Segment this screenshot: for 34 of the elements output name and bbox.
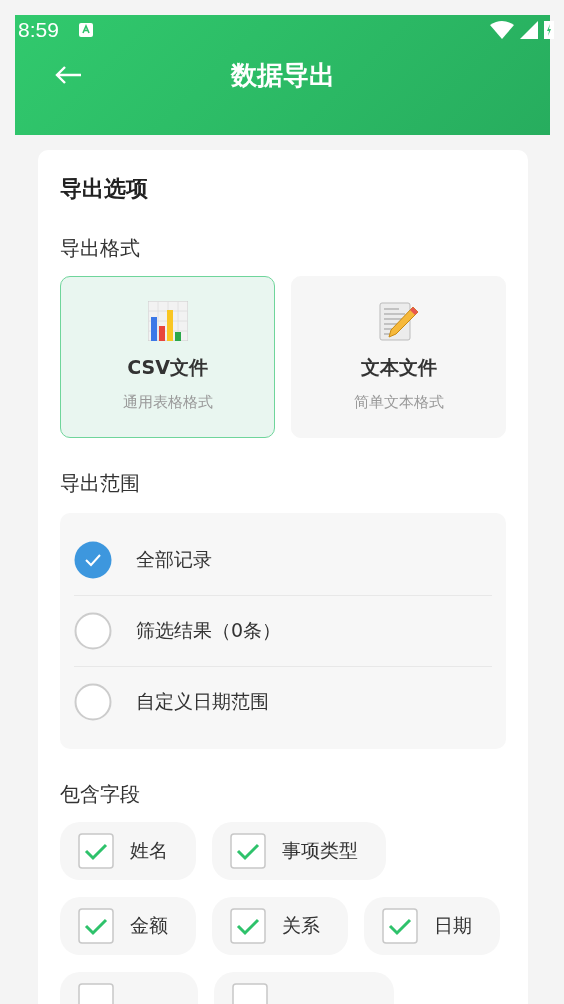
format-option[interactable]: CSV文件 通用表格格式 (60, 276, 275, 438)
checkbox[interactable] (78, 833, 114, 869)
checkbox[interactable] (230, 908, 266, 944)
wifi-icon (490, 21, 514, 39)
section-label: 导出范围 (60, 470, 141, 497)
section-label: 导出格式 (60, 235, 141, 262)
range-option[interactable]: 筛选结果（0条） (136, 618, 282, 644)
range-option[interactable]: 自定义日期范围 (136, 689, 269, 715)
bar-chart-icon (147, 301, 188, 341)
card-title: 导出选项 (60, 175, 149, 203)
format-description: 简单文本格式 (353, 393, 444, 412)
format-name: 文本文件 (360, 355, 437, 380)
signal-icon (520, 21, 538, 39)
field-chip[interactable]: 金额 (60, 897, 196, 955)
checkbox[interactable] (78, 908, 114, 944)
battery-icon (544, 21, 554, 39)
checkbox[interactable] (230, 833, 266, 869)
format-name: CSV文件 (127, 355, 208, 380)
notepad-pencil-icon (378, 301, 419, 341)
radio-checked-icon[interactable] (74, 541, 112, 579)
checkbox[interactable] (382, 908, 418, 944)
status-time: 8:59 (18, 18, 59, 42)
format-description: 通用表格格式 (122, 393, 213, 412)
radio-icon[interactable] (74, 683, 112, 721)
back-arrow-icon[interactable] (54, 65, 82, 85)
range-option[interactable]: 全部记录 (136, 547, 212, 573)
radio-icon[interactable] (74, 612, 112, 650)
field-chip[interactable]: 关系 (212, 897, 348, 955)
format-option[interactable]: 文本文件 简单文本格式 (291, 276, 506, 438)
field-chip[interactable]: 日期 (364, 897, 500, 955)
section-label: 包含字段 (60, 781, 141, 808)
page-title: 数据导出 (230, 58, 335, 92)
field-chip[interactable]: 事项类型 (212, 822, 386, 880)
field-chip[interactable]: 姓名 (60, 822, 196, 880)
